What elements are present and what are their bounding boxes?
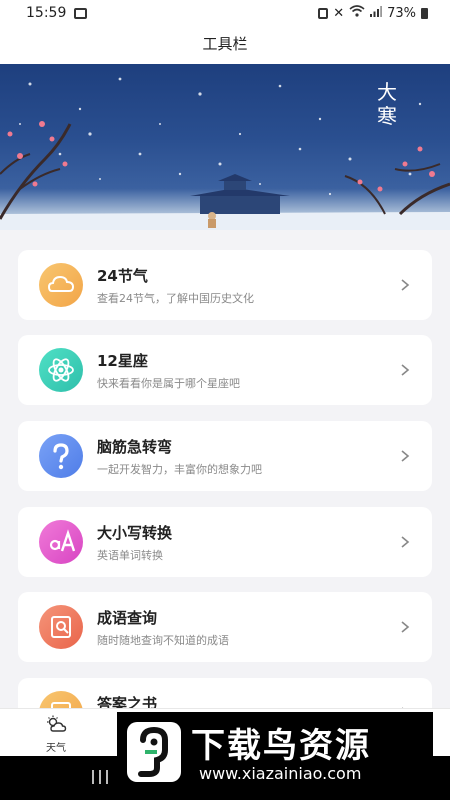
letter-case-icon bbox=[39, 520, 83, 564]
chevron-right-icon bbox=[401, 450, 410, 462]
tool-subtitle: 查看24节气，了解中国历史文化 bbox=[97, 292, 254, 305]
chevron-right-icon bbox=[401, 536, 410, 548]
tool-title: 24节气 bbox=[97, 267, 148, 285]
tool-card-case-converter[interactable]: 大小写转换 英语单词转换 bbox=[18, 507, 432, 577]
watermark-url: www.xiazainiao.com bbox=[199, 764, 362, 783]
status-bar: 15:59 ✕ 73% bbox=[0, 0, 450, 28]
tool-list: 24节气 查看24节气，了解中国历史文化 12星座 快来看看你是属于哪个星座吧 … bbox=[0, 230, 450, 708]
watermark-banner: 下载鸟资源 www.xiazainiao.com bbox=[117, 712, 433, 792]
battery-icon bbox=[421, 7, 428, 19]
mute-icon: ✕ bbox=[333, 5, 345, 21]
tool-title: 大小写转换 bbox=[97, 524, 173, 542]
tool-title: 脑筋急转弯 bbox=[97, 438, 173, 456]
tab-weather[interactable]: 天气 bbox=[34, 715, 78, 754]
tab-weather-label: 天气 bbox=[46, 743, 66, 754]
tool-subtitle: 随时随地查询不知道的成语 bbox=[97, 634, 229, 647]
cloud-icon bbox=[39, 263, 83, 307]
signal-icon bbox=[370, 5, 383, 21]
chevron-right-icon bbox=[401, 279, 410, 291]
weather-icon bbox=[47, 715, 67, 732]
tool-subtitle: 一起开发智力，丰富你的想象力吧 bbox=[97, 463, 262, 476]
recent-apps-button[interactable] bbox=[91, 770, 109, 784]
page-title: 工具栏 bbox=[202, 35, 248, 53]
tool-card-idiom-search[interactable]: 成语查询 随时随地查询不知道的成语 bbox=[18, 592, 432, 662]
chevron-right-icon bbox=[401, 621, 410, 633]
tool-card-answer-book[interactable]: 答案之书 bbox=[18, 678, 432, 708]
tool-title: 成语查询 bbox=[97, 609, 158, 627]
tool-card-solar-terms[interactable]: 24节气 查看24节气，了解中国历史文化 bbox=[18, 250, 432, 320]
banner[interactable]: 大寒 bbox=[0, 64, 450, 230]
search-book-icon bbox=[39, 605, 83, 649]
wifi-icon bbox=[349, 5, 365, 21]
page-header: 工具栏 bbox=[0, 28, 450, 64]
tool-subtitle: 快来看看你是属于哪个星座吧 bbox=[97, 377, 240, 390]
gallery-icon bbox=[74, 8, 87, 19]
status-icons: ✕ 73% bbox=[318, 5, 428, 21]
tool-title: 答案之书 bbox=[97, 695, 158, 708]
book-icon bbox=[39, 691, 83, 708]
tool-card-zodiac[interactable]: 12星座 快来看看你是属于哪个星座吧 bbox=[18, 335, 432, 405]
watermark-title: 下载鸟资源 bbox=[191, 726, 371, 766]
banner-solar-term-text: 大寒 bbox=[377, 80, 397, 128]
atom-icon bbox=[39, 348, 83, 392]
sim-icon bbox=[318, 7, 329, 19]
question-icon bbox=[39, 434, 83, 478]
watermark-bird-logo bbox=[127, 722, 181, 782]
tool-subtitle: 英语单词转换 bbox=[97, 549, 163, 562]
chevron-right-icon bbox=[401, 364, 410, 376]
tool-card-riddles[interactable]: 脑筋急转弯 一起开发智力，丰富你的想象力吧 bbox=[18, 421, 432, 491]
status-time: 15:59 bbox=[26, 5, 67, 21]
tool-title: 12星座 bbox=[97, 352, 148, 370]
battery-percent: 73% bbox=[387, 5, 416, 21]
